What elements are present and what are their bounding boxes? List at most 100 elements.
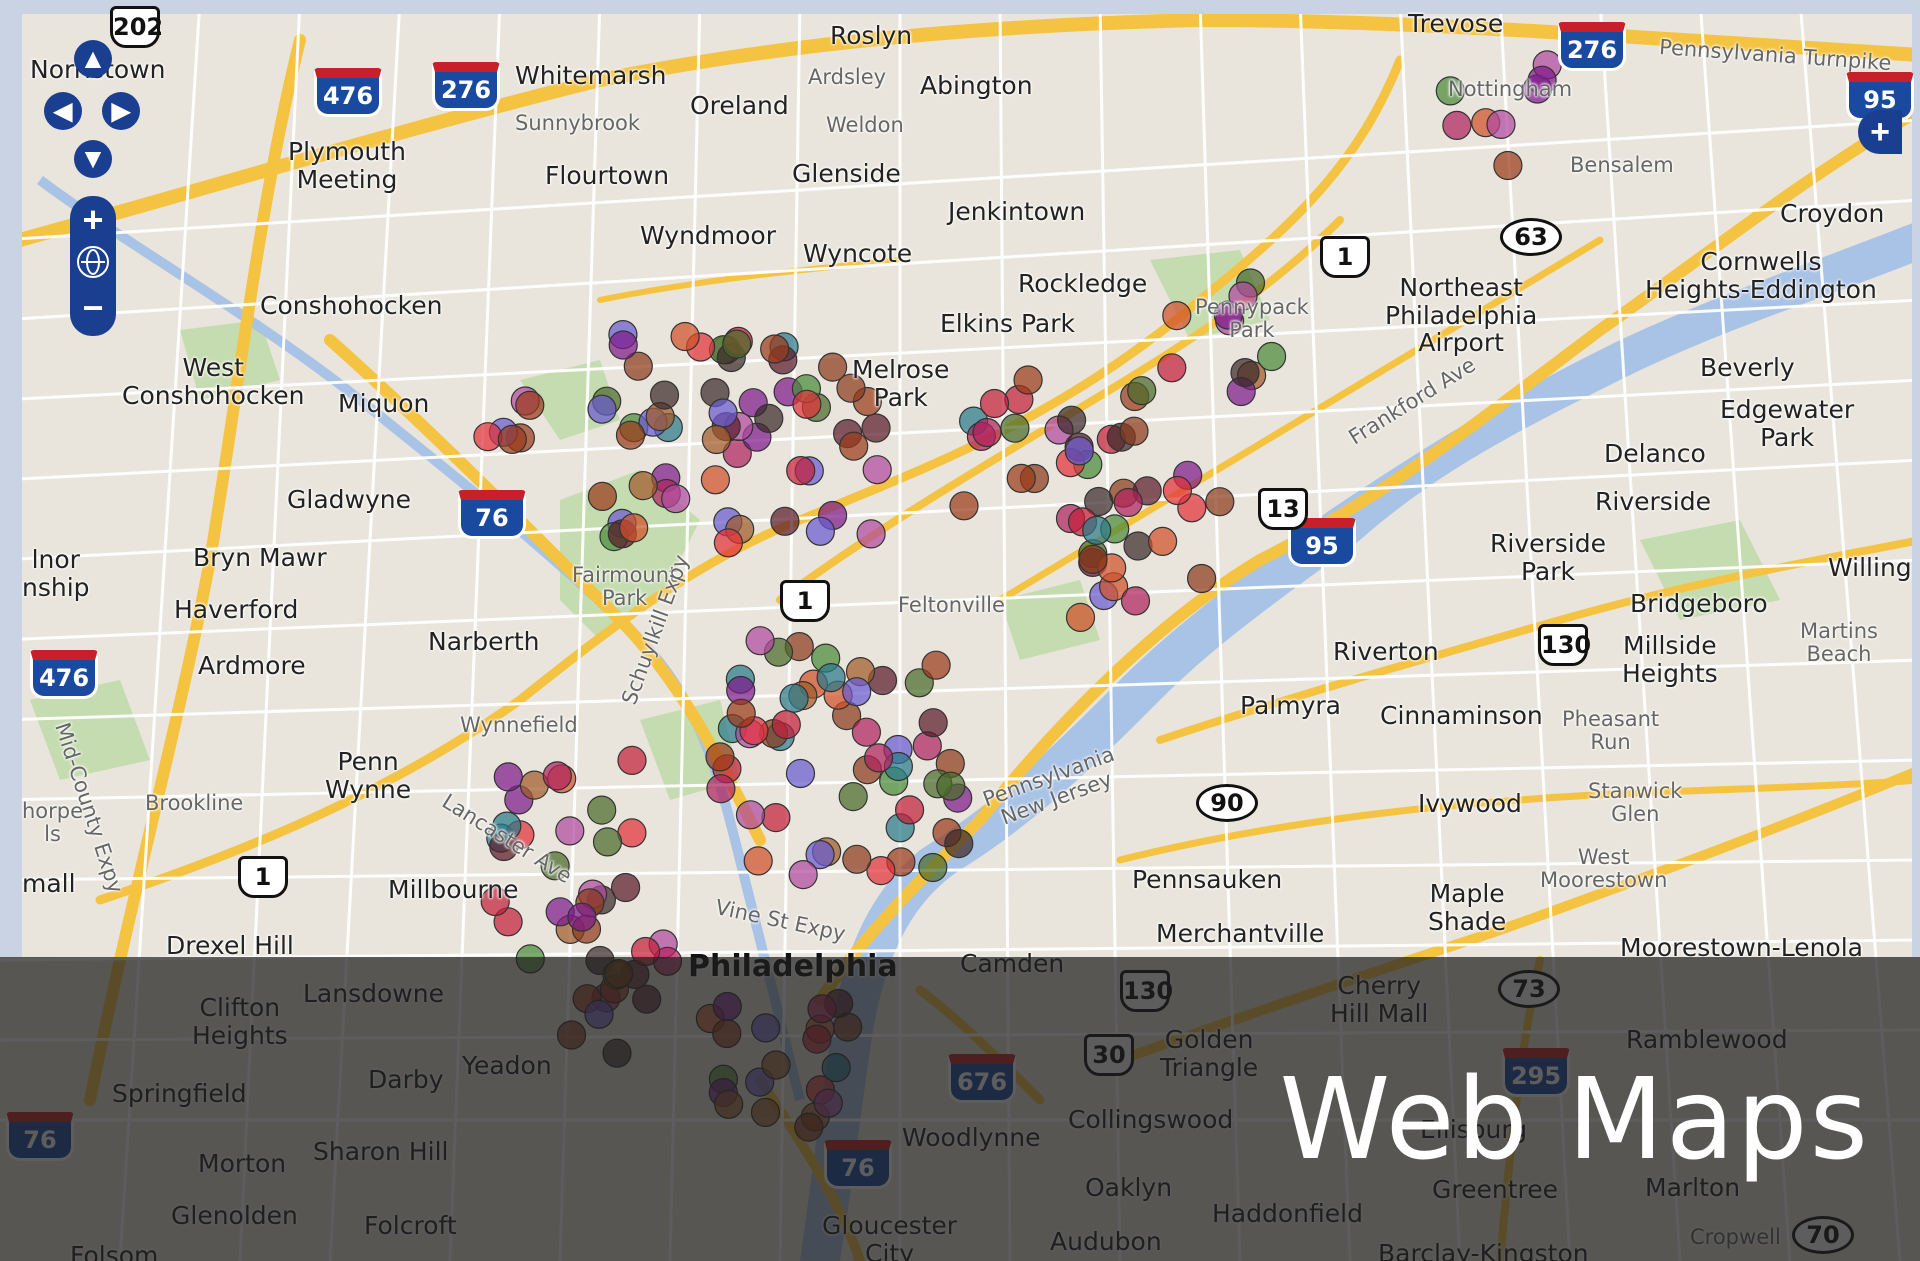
- map-marker[interactable]: [761, 802, 791, 833]
- globe-icon[interactable]: [77, 246, 109, 278]
- map-marker[interactable]: [473, 422, 503, 452]
- map-marker[interactable]: [587, 394, 617, 424]
- zoom-control[interactable]: + −: [70, 196, 116, 336]
- map-marker[interactable]: [567, 902, 597, 932]
- map-marker[interactable]: [949, 491, 979, 521]
- map-marker[interactable]: [1205, 487, 1235, 517]
- zoom-in-button[interactable]: +: [70, 200, 116, 240]
- map-marker[interactable]: [555, 816, 585, 846]
- map-marker[interactable]: [1186, 563, 1217, 594]
- map-marker[interactable]: [713, 528, 744, 558]
- map-marker[interactable]: [615, 420, 646, 450]
- map-marker[interactable]: [842, 844, 872, 874]
- map-marker[interactable]: [918, 852, 948, 883]
- map-marker[interactable]: [649, 380, 680, 410]
- map-marker[interactable]: [1119, 416, 1149, 446]
- map-marker[interactable]: [722, 329, 752, 359]
- map-marker[interactable]: [817, 352, 848, 382]
- map-marker[interactable]: [862, 455, 892, 485]
- map-marker[interactable]: [851, 717, 882, 747]
- map-marker[interactable]: [861, 413, 891, 443]
- map-marker[interactable]: [1120, 586, 1151, 616]
- map-marker[interactable]: [1013, 365, 1043, 395]
- map-marker[interactable]: [1162, 301, 1192, 331]
- map-marker[interactable]: [515, 390, 545, 420]
- map-marker[interactable]: [918, 708, 948, 738]
- map-marker[interactable]: [979, 388, 1010, 419]
- map-marker[interactable]: [1493, 150, 1523, 181]
- map-marker[interactable]: [1486, 109, 1516, 140]
- map-marker[interactable]: [1230, 358, 1260, 388]
- map-marker[interactable]: [608, 330, 638, 360]
- map-marker[interactable]: [706, 774, 736, 804]
- map-marker[interactable]: [944, 828, 974, 859]
- map-marker[interactable]: [785, 758, 816, 789]
- map-marker[interactable]: [619, 513, 649, 543]
- map-marker[interactable]: [1000, 413, 1030, 443]
- map-marker[interactable]: [705, 742, 735, 772]
- pan-up-button[interactable]: ▲: [74, 40, 112, 78]
- map-marker[interactable]: [1065, 602, 1096, 633]
- map-marker[interactable]: [863, 743, 894, 773]
- map-marker[interactable]: [842, 677, 872, 707]
- pan-control[interactable]: ▲ ◀ ▶ ▼: [44, 40, 140, 180]
- map-marker[interactable]: [1147, 526, 1178, 557]
- place-label-beverly: Beverly: [1700, 353, 1795, 382]
- map-marker[interactable]: [735, 800, 766, 830]
- map-marker[interactable]: [1123, 531, 1153, 561]
- map-frame[interactable]: Roslyn Whitemarsh Ardsley Abington Trevose No…: [0, 0, 1920, 1261]
- map-marker[interactable]: [1056, 405, 1087, 435]
- layer-switcher-button[interactable]: +: [1858, 110, 1902, 154]
- map-marker[interactable]: [726, 698, 756, 728]
- map-marker[interactable]: [1127, 376, 1157, 406]
- map-marker[interactable]: [743, 846, 773, 876]
- map-marker[interactable]: [838, 781, 868, 812]
- map-marker[interactable]: [805, 516, 836, 546]
- map-marker[interactable]: [628, 471, 658, 501]
- map-marker[interactable]: [661, 484, 691, 514]
- map-marker[interactable]: [972, 417, 1002, 448]
- map-marker[interactable]: [1006, 463, 1036, 493]
- map-marker[interactable]: [760, 334, 790, 364]
- map-marker[interactable]: [592, 827, 623, 857]
- map-marker[interactable]: [670, 321, 700, 352]
- map-marker[interactable]: [754, 403, 784, 433]
- map-marker[interactable]: [700, 465, 731, 495]
- map-marker[interactable]: [493, 762, 523, 792]
- map-marker[interactable]: [1064, 436, 1094, 466]
- zoom-out-button[interactable]: −: [70, 288, 116, 328]
- map-marker[interactable]: [1162, 475, 1193, 506]
- map-marker[interactable]: [921, 650, 951, 680]
- map-marker[interactable]: [771, 709, 801, 740]
- map-marker[interactable]: [792, 389, 822, 419]
- map-marker[interactable]: [617, 818, 647, 848]
- map-marker[interactable]: [708, 398, 738, 428]
- map-marker[interactable]: [617, 745, 647, 776]
- map-marker[interactable]: [788, 859, 818, 890]
- place-label-millbourne: Millbourne: [388, 875, 519, 904]
- map-marker[interactable]: [587, 481, 618, 511]
- map-marker[interactable]: [587, 795, 617, 825]
- map-marker[interactable]: [1082, 515, 1112, 546]
- map-marker[interactable]: [786, 456, 816, 486]
- map-marker[interactable]: [1157, 353, 1187, 383]
- map-marker[interactable]: [779, 683, 809, 713]
- map-marker[interactable]: [839, 431, 869, 461]
- map-marker[interactable]: [770, 506, 800, 536]
- map-marker[interactable]: [1078, 544, 1108, 575]
- map-marker[interactable]: [610, 872, 641, 903]
- map-marker[interactable]: [1256, 341, 1287, 372]
- map-marker[interactable]: [856, 519, 886, 549]
- map-marker[interactable]: [701, 424, 732, 455]
- map-marker[interactable]: [894, 795, 925, 825]
- map-marker[interactable]: [542, 761, 572, 791]
- map-marker[interactable]: [497, 424, 527, 454]
- map-marker[interactable]: [1113, 487, 1143, 518]
- map-marker[interactable]: [745, 626, 775, 656]
- pan-left-button[interactable]: ◀: [44, 92, 82, 130]
- map-marker[interactable]: [936, 771, 966, 801]
- map-marker[interactable]: [816, 662, 846, 693]
- map-marker[interactable]: [1442, 110, 1472, 141]
- pan-down-button[interactable]: ▼: [74, 140, 112, 178]
- pan-right-button[interactable]: ▶: [102, 92, 140, 130]
